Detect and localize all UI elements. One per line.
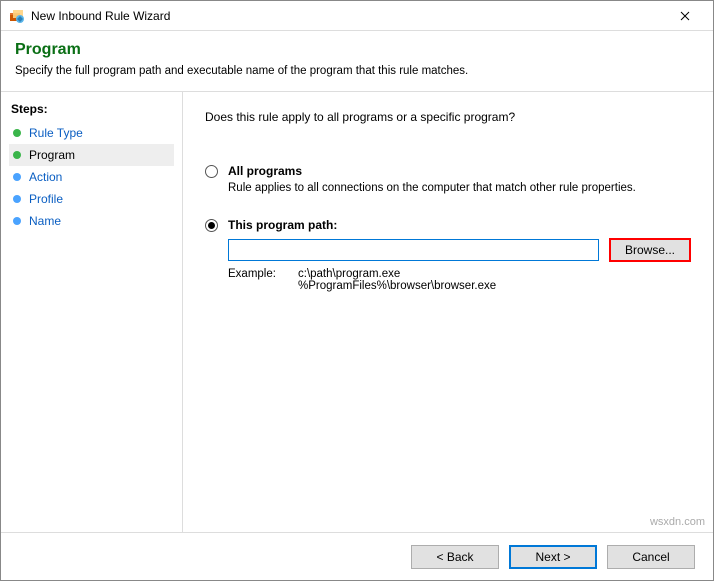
bullet-icon xyxy=(13,151,21,159)
radio-icon[interactable] xyxy=(205,165,218,178)
cancel-button[interactable]: Cancel xyxy=(607,545,695,569)
question-text: Does this rule apply to all programs or … xyxy=(205,110,691,124)
step-label: Profile xyxy=(29,192,63,206)
option-this-program-path[interactable]: This program path: xyxy=(205,218,691,232)
wizard-window: New Inbound Rule Wizard Program Specify … xyxy=(0,0,714,581)
option-all-label: All programs xyxy=(228,164,302,178)
steps-heading: Steps: xyxy=(9,102,174,116)
step-label: Action xyxy=(29,170,62,184)
example-label: Example: xyxy=(228,268,298,292)
steps-sidebar: Steps: Rule Type Program Action Profile … xyxy=(1,92,183,532)
step-rule-type[interactable]: Rule Type xyxy=(9,122,174,144)
watermark: wsxdn.com xyxy=(650,516,705,528)
bullet-icon xyxy=(13,217,21,225)
option-all-programs[interactable]: All programs xyxy=(205,164,691,178)
step-profile[interactable]: Profile xyxy=(9,188,174,210)
body: Steps: Rule Type Program Action Profile … xyxy=(1,92,713,532)
program-path-input[interactable] xyxy=(228,239,599,261)
firewall-icon xyxy=(9,8,25,24)
titlebar: New Inbound Rule Wizard xyxy=(1,1,713,31)
browse-button[interactable]: Browse... xyxy=(609,238,691,262)
main-panel: Does this rule apply to all programs or … xyxy=(183,92,713,532)
bullet-icon xyxy=(13,129,21,137)
window-title: New Inbound Rule Wizard xyxy=(31,9,665,23)
step-label: Program xyxy=(29,148,75,162)
next-button[interactable]: Next > xyxy=(509,545,597,569)
example-path-1: c:\path\program.exe xyxy=(298,268,496,280)
step-label: Rule Type xyxy=(29,126,83,140)
example-path-2: %ProgramFiles%\browser\browser.exe xyxy=(298,280,496,292)
back-button[interactable]: < Back xyxy=(411,545,499,569)
example-row: Example: c:\path\program.exe %ProgramFil… xyxy=(228,268,691,292)
option-all-desc: Rule applies to all connections on the c… xyxy=(228,182,691,194)
step-name[interactable]: Name xyxy=(9,210,174,232)
page-title: Program xyxy=(15,41,699,59)
bullet-icon xyxy=(13,173,21,181)
program-path-row: Browse... xyxy=(228,238,691,262)
page-subtitle: Specify the full program path and execut… xyxy=(15,65,699,77)
step-action[interactable]: Action xyxy=(9,166,174,188)
radio-icon[interactable] xyxy=(205,219,218,232)
close-button[interactable] xyxy=(665,2,705,30)
step-program[interactable]: Program xyxy=(9,144,174,166)
bullet-icon xyxy=(13,195,21,203)
step-label: Name xyxy=(29,214,61,228)
footer: < Back Next > Cancel xyxy=(1,532,713,580)
option-path-label: This program path: xyxy=(228,218,337,232)
header: Program Specify the full program path an… xyxy=(1,31,713,92)
example-paths: c:\path\program.exe %ProgramFiles%\brows… xyxy=(298,268,496,292)
